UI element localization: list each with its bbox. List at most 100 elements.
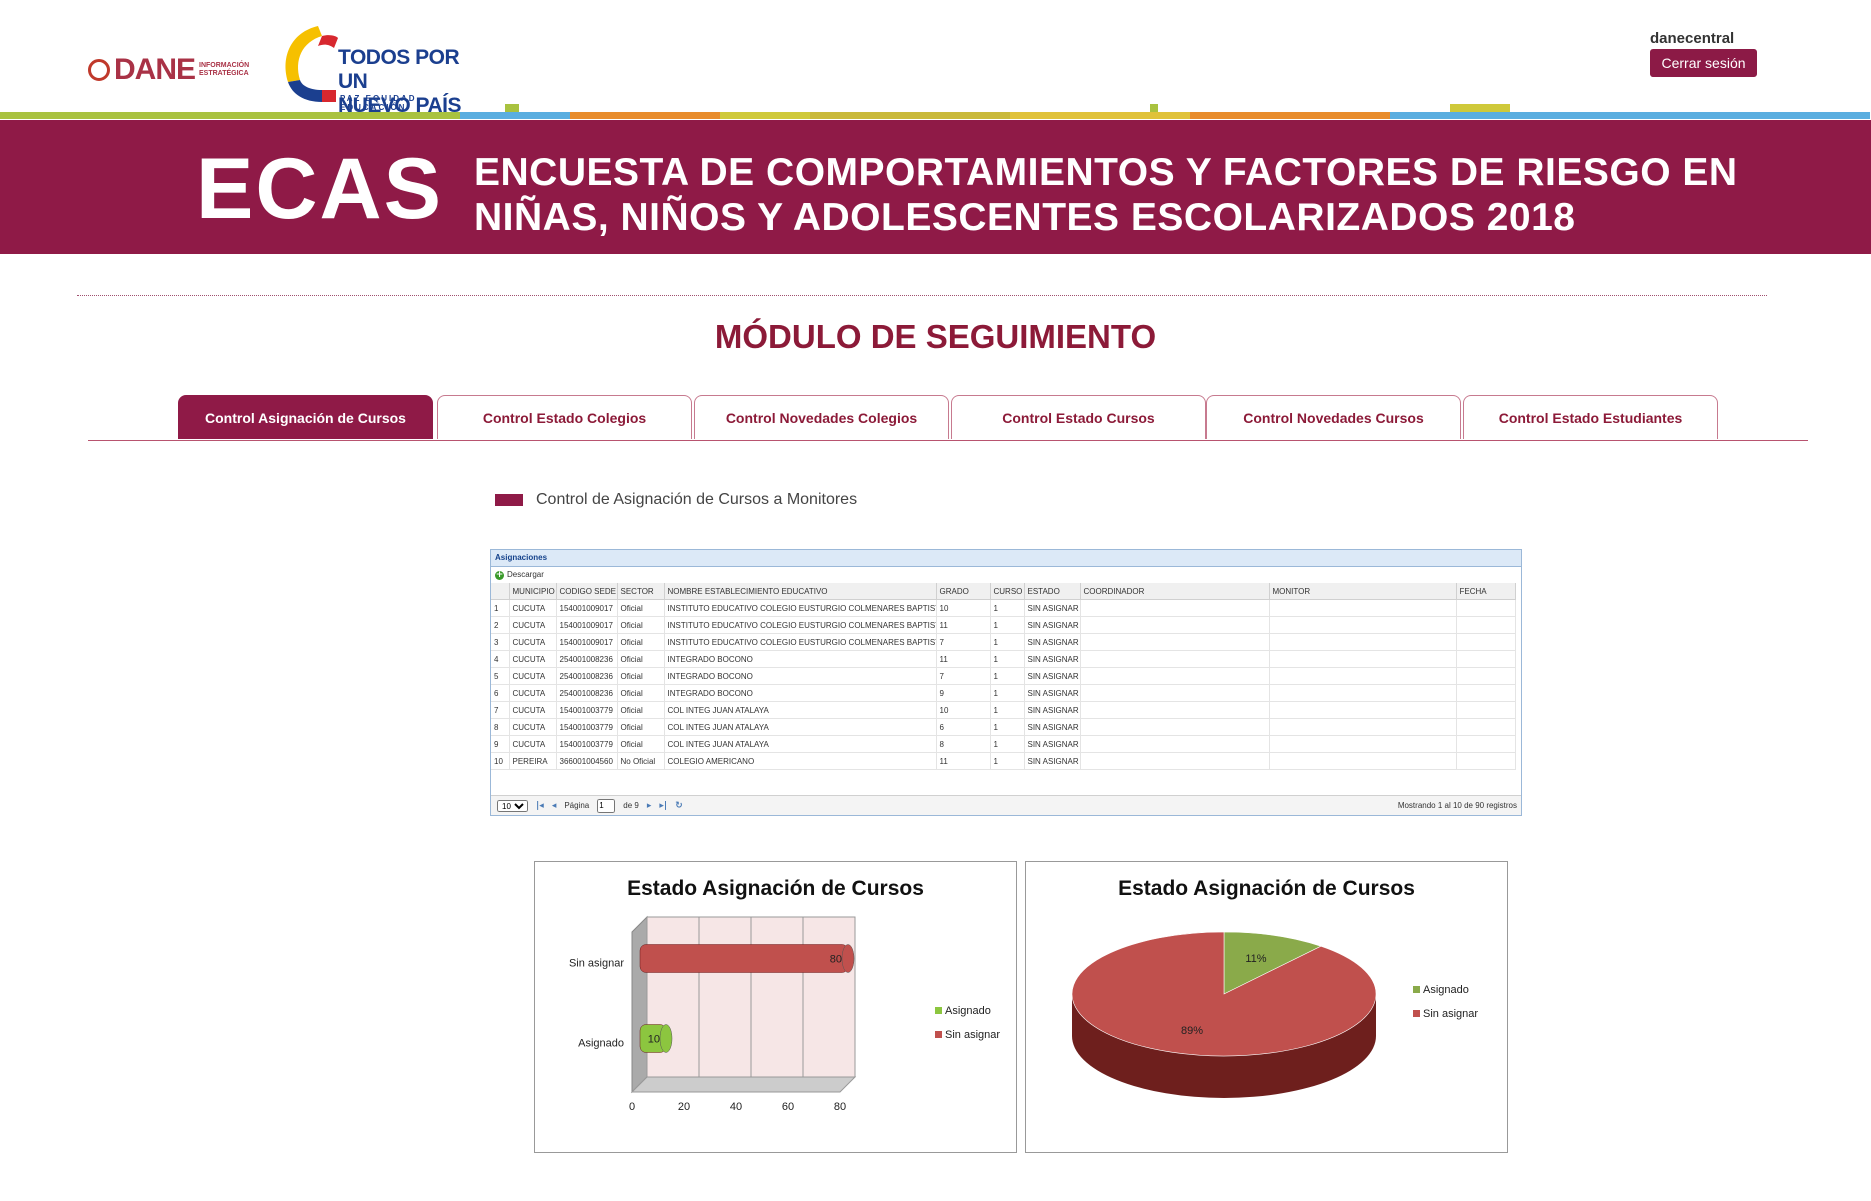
- column-header[interactable]: SECTOR: [617, 583, 665, 600]
- slice-label: 89%: [1181, 1025, 1203, 1037]
- dane-logo[interactable]: DANE INFORMACIÓN ESTRATÉGICA: [88, 50, 256, 90]
- table-cell: CUCUTA: [509, 735, 557, 753]
- table-row[interactable]: 7 CUCUTA 154001003779 Oficial COL INTEG JUAN…: [491, 701, 1516, 719]
- axis-tick-label: 40: [730, 1101, 742, 1113]
- category-label: Sin asignar: [569, 958, 624, 970]
- table-cell: [1456, 616, 1516, 634]
- download-label: Descargar: [507, 570, 544, 579]
- table-cell: COLEGIO AMERICANO: [664, 752, 937, 770]
- column-header[interactable]: MONITOR: [1269, 583, 1457, 600]
- table-cell: [1456, 650, 1516, 668]
- column-header[interactable]: [491, 583, 510, 600]
- table-cell: SIN ASIGNAR: [1024, 752, 1081, 770]
- category-label: Asignado: [578, 1038, 624, 1050]
- table-cell: [1269, 650, 1457, 668]
- table-cell: [1080, 616, 1270, 634]
- side-wall: [631, 915, 648, 1094]
- tab-control-asignacion-cursos[interactable]: Control Asignación de Cursos: [178, 395, 433, 439]
- legend-label: Asignado: [1423, 984, 1469, 996]
- table-cell: 7: [936, 633, 991, 651]
- table-cell: 1: [990, 684, 1025, 702]
- table-cell: 7: [936, 667, 991, 685]
- table-cell: CUCUTA: [509, 633, 557, 651]
- table-row[interactable]: 6 CUCUTA 254001008236 Oficial INTEGRADO BOCO…: [491, 684, 1516, 702]
- column-header[interactable]: CODIGO SEDE: [556, 583, 618, 600]
- section-marker: [495, 494, 523, 506]
- table-cell: CUCUTA: [509, 718, 557, 736]
- table-cell: SIN ASIGNAR: [1024, 667, 1081, 685]
- table-cell: 10: [936, 701, 991, 719]
- table-cell: CUCUTA: [509, 701, 557, 719]
- table-cell: 154001009017: [556, 633, 618, 651]
- table-cell: 3: [491, 633, 510, 651]
- column-header[interactable]: NOMBRE ESTABLECIMIENTO EDUCATIVO: [664, 583, 937, 600]
- column-header[interactable]: ESTADO: [1024, 583, 1081, 600]
- table-cell: 254001008236: [556, 650, 618, 668]
- refresh-icon[interactable]: ↻: [675, 801, 683, 811]
- table-cell: 8: [936, 735, 991, 753]
- first-page-icon[interactable]: |◂: [536, 801, 544, 811]
- table-row[interactable]: 9 CUCUTA 154001003779 Oficial COL INTEG JUAN…: [491, 735, 1516, 753]
- table-cell: SIN ASIGNAR: [1024, 616, 1081, 634]
- column-header[interactable]: COORDINADOR: [1080, 583, 1270, 600]
- table-cell: 154001003779: [556, 718, 618, 736]
- logout-button[interactable]: Cerrar sesión: [1650, 49, 1757, 77]
- table-cell: SIN ASIGNAR: [1024, 701, 1081, 719]
- table-cell: 154001003779: [556, 735, 618, 753]
- todos-por-un-nuevo-pais-logo: TODOS POR UN NUEVO PAÍS PAZ EQUIDAD EDUC…: [278, 22, 478, 117]
- table-cell: [1269, 735, 1457, 753]
- column-header[interactable]: GRADO: [936, 583, 991, 600]
- tab-control-estado-estudiantes[interactable]: Control Estado Estudiantes: [1463, 395, 1718, 439]
- page-size-select[interactable]: 10: [497, 799, 528, 812]
- table-row[interactable]: 8 CUCUTA 154001003779 Oficial COL INTEG JUAN…: [491, 718, 1516, 736]
- divider: [77, 295, 1767, 296]
- table-cell: [1456, 633, 1516, 651]
- table-cell: INSTITUTO EDUCATIVO COLEGIO EUSTURGIO CO…: [664, 633, 937, 651]
- table-cell: 10: [936, 599, 991, 617]
- table-cell: 9: [936, 684, 991, 702]
- table-row[interactable]: 1 CUCUTA 154001009017 Oficial INSTITUTO EDUC…: [491, 599, 1516, 617]
- pie-slice: [1071, 931, 1377, 1057]
- table-cell: 9: [491, 735, 510, 753]
- table-cell: 6: [936, 718, 991, 736]
- prev-page-icon[interactable]: ◂: [552, 801, 557, 811]
- colombia-seal-icon: [88, 59, 110, 81]
- column-header[interactable]: CURSO: [990, 583, 1025, 600]
- table-row[interactable]: 4 CUCUTA 254001008236 Oficial INTEGRADO BOCO…: [491, 650, 1516, 668]
- tpn-flag-icon: [285, 26, 338, 102]
- table-cell: CUCUTA: [509, 599, 557, 617]
- data-label: 10: [648, 1034, 660, 1046]
- table-cell: [1456, 599, 1516, 617]
- table-cell: Oficial: [617, 667, 665, 685]
- table-row[interactable]: 10 PEREIRA 366001004560 No Oficial COLEGIO A…: [491, 752, 1516, 770]
- table-cell: 1: [990, 599, 1025, 617]
- tab-control-novedades-colegios[interactable]: Control Novedades Colegios: [694, 395, 949, 439]
- next-page-icon[interactable]: ▸: [647, 801, 652, 811]
- table-cell: [1269, 752, 1457, 770]
- column-header[interactable]: FECHA: [1456, 583, 1516, 600]
- legend-label: Sin asignar: [1423, 1008, 1478, 1020]
- table-row[interactable]: 2 CUCUTA 154001009017 Oficial INSTITUTO EDUC…: [491, 616, 1516, 634]
- table-cell: 1: [990, 633, 1025, 651]
- column-header[interactable]: MUNICIPIO: [509, 583, 557, 600]
- table-cell: [1456, 718, 1516, 736]
- table-cell: 1: [990, 735, 1025, 753]
- tab-control-estado-cursos[interactable]: Control Estado Cursos: [951, 395, 1206, 439]
- table-cell: 154001009017: [556, 599, 618, 617]
- table-cell: 2: [491, 616, 510, 634]
- tab-control-estado-colegios[interactable]: Control Estado Colegios: [437, 395, 692, 439]
- table-cell: [1080, 599, 1270, 617]
- page-number-input[interactable]: [597, 798, 616, 813]
- tpn-logo-sub: PAZ EQUIDAD EDUCACIÓN: [340, 94, 417, 112]
- axis-tick-label: 60: [782, 1101, 794, 1113]
- download-button[interactable]: + Descargar: [491, 567, 1521, 583]
- table-row[interactable]: 3 CUCUTA 154001009017 Oficial INSTITUTO EDUC…: [491, 633, 1516, 651]
- table-cell: 4: [491, 650, 510, 668]
- table-cell: PEREIRA: [509, 752, 557, 770]
- tab-control-novedades-cursos[interactable]: Control Novedades Cursos: [1206, 395, 1461, 439]
- last-page-icon[interactable]: ▸|: [659, 801, 667, 811]
- table-cell: SIN ASIGNAR: [1024, 633, 1081, 651]
- username-label: danecentral: [1650, 30, 1735, 47]
- table-row[interactable]: 5 CUCUTA 254001008236 Oficial INTEGRADO BOCO…: [491, 667, 1516, 685]
- legend-swatch: [935, 1007, 942, 1014]
